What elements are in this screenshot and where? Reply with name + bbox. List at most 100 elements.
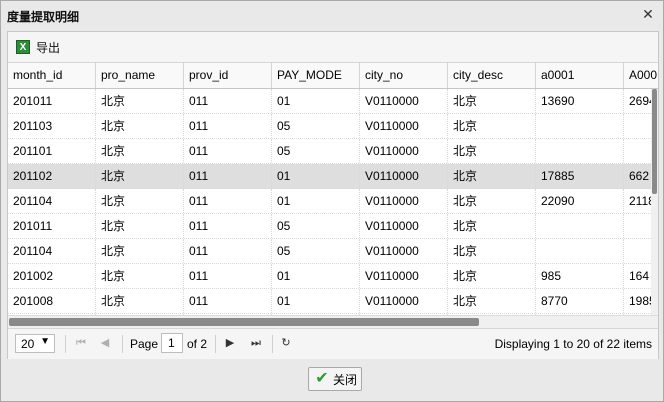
table-row[interactable]: 201008北京01101V0110000北京87701985 (8, 289, 651, 314)
table-cell (624, 114, 651, 138)
table-row[interactable]: 201002 北京 011 01 V0110000 北京 985 164 (8, 264, 651, 289)
table-cell: 05 (272, 239, 360, 263)
table-cell: 8770 (536, 289, 624, 313)
toolbar: X 导出 (8, 32, 658, 63)
table-cell: 201104 (8, 189, 96, 213)
table-cell: 01 (272, 164, 360, 188)
column-header-city-no[interactable]: city_no (360, 63, 448, 88)
column-header-pro-name[interactable]: pro_name (96, 63, 184, 88)
horizontal-scroll-thumb[interactable] (9, 318, 479, 326)
table-cell (624, 139, 651, 163)
table-cell: 北京 (96, 89, 184, 113)
close-icon[interactable]: ✕ (641, 7, 655, 21)
column-header-a0001[interactable]: a0001 (536, 63, 624, 88)
table-cell (536, 214, 624, 238)
export-label: 导出 (36, 40, 61, 55)
table-cell: 北京 (448, 189, 536, 213)
table-cell: 22090 (536, 189, 624, 213)
table-cell: 011 (184, 164, 272, 188)
table-cell: V0110000 (360, 114, 448, 138)
table-cell: 05 (272, 114, 360, 138)
check-icon: ✔ (315, 370, 329, 387)
table-cell: 01 (272, 89, 360, 113)
table-cell: 北京 (448, 264, 536, 288)
table-cell: V0110000 (360, 264, 448, 288)
table-cell: V0110000 (360, 139, 448, 163)
first-page-icon[interactable]: ⏮ (74, 336, 88, 350)
table-cell: V0110000 (360, 89, 448, 113)
vertical-scrollbar[interactable] (651, 89, 658, 315)
column-header-pay-mode[interactable]: PAY_MODE (272, 63, 360, 88)
excel-icon: X (16, 40, 30, 54)
table-cell: 北京 (96, 189, 184, 213)
table-cell: 201101 (8, 139, 96, 163)
table-cell: 北京 (448, 214, 536, 238)
column-header-a000[interactable]: A000 (624, 63, 658, 88)
separator (122, 335, 123, 353)
page-count-label: of 2 (187, 337, 208, 351)
table-cell: 662 (624, 164, 651, 188)
table-row[interactable]: 201103 北京 011 05 V0110000 北京 (8, 114, 651, 139)
grid-header: month_id pro_name prov_id PAY_MODE city_… (8, 63, 658, 89)
table-cell: 北京 (448, 139, 536, 163)
table-row[interactable]: 201102 北京 011 01 V0110000 北京 17885 662 (8, 164, 651, 189)
table-cell: 01 (272, 264, 360, 288)
page-label: Page (130, 337, 159, 351)
table-cell: 201002 (8, 264, 96, 288)
table-cell: 201103 (8, 114, 96, 138)
table-cell: V0110000 (360, 239, 448, 263)
table-cell: V0110000 (360, 289, 448, 313)
page-number-input[interactable] (161, 333, 183, 353)
display-info: Displaying 1 to 20 of 22 items (494, 337, 652, 351)
table-row[interactable]: 201011北京01101V0110000北京136902694 (8, 89, 651, 114)
table-cell: 011 (184, 114, 272, 138)
close-button[interactable]: ✔ 关闭 (308, 367, 362, 391)
table-row[interactable]: 201104北京01101V0110000北京220902118 (8, 189, 651, 214)
table-cell: 011 (184, 89, 272, 113)
export-button[interactable]: X 导出 (16, 38, 60, 56)
table-cell: 985 (536, 264, 624, 288)
table-cell: 北京 (96, 114, 184, 138)
vertical-scroll-thumb[interactable] (652, 89, 657, 194)
page-size-select[interactable]: 20 ▼ (15, 334, 55, 353)
column-header-prov-id[interactable]: prov_id (184, 63, 272, 88)
last-page-icon[interactable]: ⏭ (249, 336, 263, 350)
column-header-month-id[interactable]: month_id (8, 63, 96, 88)
column-header-city-desc[interactable]: city_desc (448, 63, 536, 88)
table-cell: 北京 (96, 139, 184, 163)
table-cell: 2694 (624, 89, 651, 113)
table-cell (624, 214, 651, 238)
table-cell: 201102 (8, 164, 96, 188)
table-cell: 01 (272, 189, 360, 213)
dialog-window: 度量提取明细 ✕ X 导出 month_id pro_name prov_id … (0, 0, 664, 402)
table-cell: 北京 (448, 164, 536, 188)
separator (272, 335, 273, 353)
separator (65, 335, 66, 353)
table-cell: 201008 (8, 289, 96, 313)
table-cell: 北京 (96, 239, 184, 263)
table-cell: 北京 (96, 214, 184, 238)
grid-body: 201011北京01101V0110000北京136902694201103北京… (8, 89, 651, 315)
table-cell: 01 (272, 289, 360, 313)
table-cell: 011 (184, 239, 272, 263)
table-cell (624, 239, 651, 263)
table-cell: 201104 (8, 239, 96, 263)
table-cell: 北京 (96, 264, 184, 288)
refresh-icon[interactable]: ↻ (279, 336, 293, 350)
table-cell: 北京 (448, 239, 536, 263)
horizontal-scrollbar[interactable] (8, 315, 658, 328)
chevron-down-icon: ▼ (40, 336, 50, 347)
table-cell: V0110000 (360, 164, 448, 188)
table-cell: 北京 (96, 289, 184, 313)
next-page-icon[interactable]: ▶ (223, 336, 237, 350)
paging-toolbar: 20 ▼ ⏮ ◀ Page of 2 ▶ ⏭ ↻ Displaying 1 to… (8, 328, 658, 359)
prev-page-icon[interactable]: ◀ (98, 336, 112, 350)
table-row[interactable]: 201101 北京 011 05 V0110000 北京 (8, 139, 651, 164)
table-row[interactable]: 201011 北京 011 05 V0110000 北京 (8, 214, 651, 239)
table-cell: 164 (624, 264, 651, 288)
table-cell: 2118 (624, 189, 651, 213)
grid-panel: X 导出 month_id pro_name prov_id PAY_MODE … (7, 31, 659, 359)
table-cell: 北京 (448, 89, 536, 113)
table-cell: 1985 (624, 289, 651, 313)
table-row[interactable]: 201104 北京 011 05 V0110000 北京 (8, 239, 651, 264)
